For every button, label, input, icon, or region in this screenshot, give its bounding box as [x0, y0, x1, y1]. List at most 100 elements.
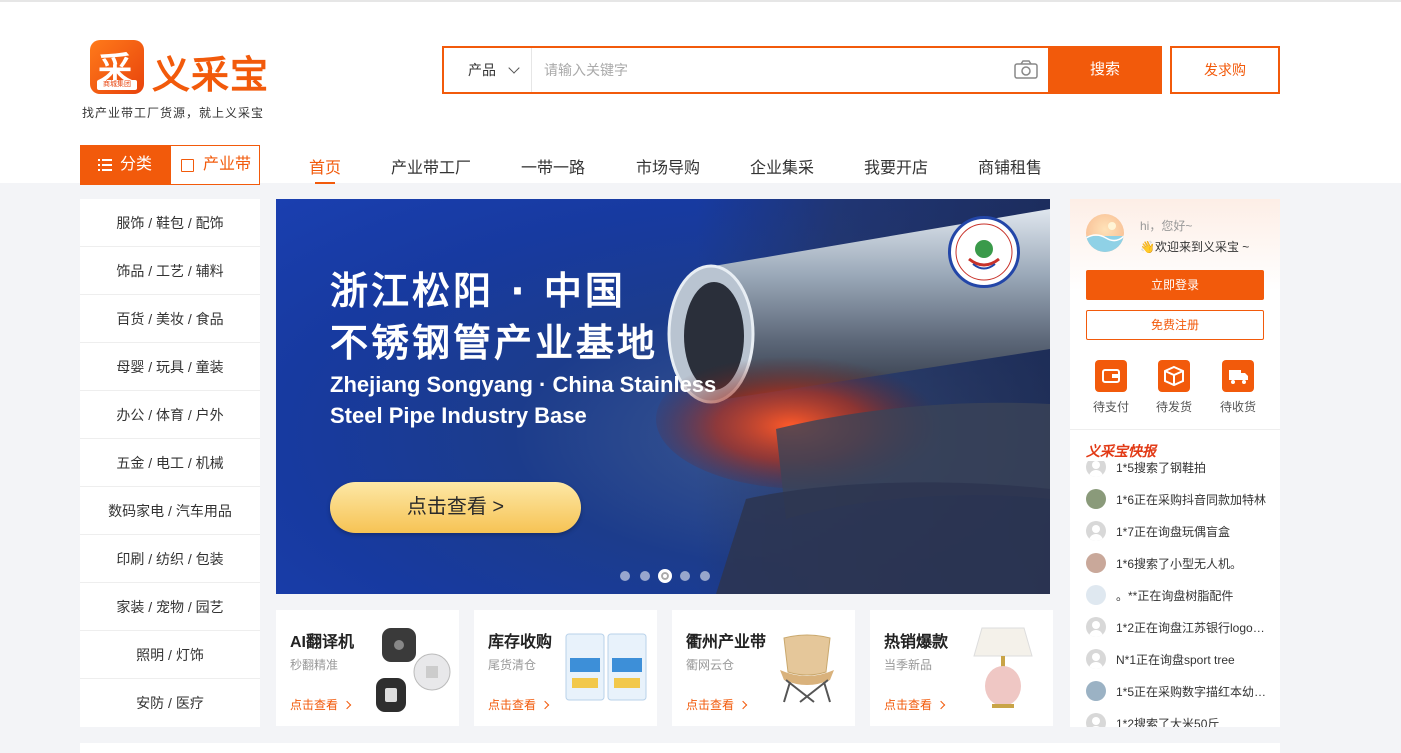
- hero-banner[interactable]: 浙江松阳 · 中国 不锈钢管产业基地 Zhejiang Songyang · C…: [276, 199, 1050, 594]
- avatar[interactable]: [1086, 214, 1124, 252]
- login-button[interactable]: 立即登录: [1086, 270, 1264, 300]
- banner-subtitle-line1: Zhejiang Songyang · China Stainless: [330, 372, 717, 397]
- card-link-label: 点击查看: [290, 698, 339, 712]
- feature-card-inventory[interactable]: 库存收购 尾货清仓 点击查看: [474, 610, 657, 726]
- search-type-select[interactable]: 产品: [444, 48, 532, 92]
- category-link[interactable]: 印刷: [116, 551, 144, 567]
- category-link[interactable]: 工艺: [156, 263, 184, 279]
- category-row[interactable]: 家装 / 宠物 / 园艺: [80, 583, 260, 631]
- nav-belt-road[interactable]: 一带一路: [521, 154, 585, 178]
- nav-home[interactable]: 首页: [309, 154, 341, 184]
- card-view-link[interactable]: 点击查看: [686, 696, 748, 713]
- category-link[interactable]: 纺织: [156, 551, 184, 567]
- nav-shop-rental[interactable]: 商铺租售: [978, 154, 1042, 178]
- category-link[interactable]: 灯饰: [176, 647, 204, 663]
- category-link[interactable]: 照明: [136, 647, 164, 663]
- category-link[interactable]: 安防: [136, 695, 164, 711]
- category-button[interactable]: 分类: [80, 145, 170, 185]
- register-button[interactable]: 免费注册: [1086, 310, 1264, 340]
- category-row[interactable]: 百货 / 美妆 / 食品: [80, 295, 260, 343]
- category-link[interactable]: 包装: [196, 551, 224, 567]
- category-row[interactable]: 服饰 / 鞋包 / 配饰: [80, 199, 260, 247]
- category-row[interactable]: 数码家电 / 汽车用品: [80, 487, 260, 535]
- news-item[interactable]: 1*7正在询盘玩偶盲盒: [1086, 521, 1276, 543]
- category-link[interactable]: 园艺: [196, 599, 224, 615]
- feature-card-translator[interactable]: AI翻译机 秒翻精准 点击查看: [276, 610, 459, 726]
- category-link[interactable]: 童装: [196, 359, 224, 375]
- category-link[interactable]: 五金: [116, 455, 144, 471]
- avatar: [1086, 617, 1106, 637]
- category-row[interactable]: 母婴 / 玩具 / 童装: [80, 343, 260, 391]
- card-view-link[interactable]: 点击查看: [290, 696, 352, 713]
- news-text: 1*2搜索了大米50斤: [1116, 717, 1220, 727]
- carousel-dot[interactable]: [640, 571, 650, 581]
- category-link[interactable]: 服饰: [116, 215, 144, 231]
- news-item[interactable]: N*1正在询盘sport tree: [1086, 649, 1276, 671]
- carousel-dot-active[interactable]: [658, 569, 672, 583]
- category-link[interactable]: 电工: [156, 455, 184, 471]
- category-row[interactable]: 印刷 / 纺织 / 包装: [80, 535, 260, 583]
- news-title: 义采宝快报: [1086, 443, 1156, 459]
- category-link[interactable]: 机械: [196, 455, 224, 471]
- search-button[interactable]: 搜索: [1048, 46, 1162, 94]
- camera-icon[interactable]: [1014, 60, 1038, 79]
- category-link[interactable]: 百货: [116, 311, 144, 327]
- category-row[interactable]: 五金 / 电工 / 机械: [80, 439, 260, 487]
- category-link[interactable]: 户外: [196, 407, 224, 423]
- order-pending-payment[interactable]: 待支付: [1086, 360, 1136, 415]
- nav-enterprise-purchase[interactable]: 企业集采: [750, 154, 814, 178]
- category-link[interactable]: 办公: [116, 407, 144, 423]
- nav-market-guide[interactable]: 市场导购: [636, 154, 700, 178]
- news-item[interactable]: 1*2正在询盘江苏银行logo定制: [1086, 617, 1276, 639]
- category-link[interactable]: 宠物: [156, 599, 184, 615]
- category-link[interactable]: 配饰: [196, 215, 224, 231]
- category-link[interactable]: 家装: [116, 599, 144, 615]
- feature-card-quzhou[interactable]: 衢州产业带 衢网云仓 点击查看: [672, 610, 855, 726]
- category-row[interactable]: 安防 / 医疗: [80, 679, 260, 727]
- category-link[interactable]: 数码家电: [108, 503, 164, 519]
- news-item[interactable]: 1*5搜索了钢鞋拍: [1086, 461, 1276, 479]
- category-sidebar: 服饰 / 鞋包 / 配饰 饰品 / 工艺 / 辅料 百货 / 美妆 / 食品 母…: [80, 199, 260, 727]
- nav-industry-factory[interactable]: 产业带工厂: [391, 154, 471, 178]
- category-link[interactable]: 美妆: [156, 311, 184, 327]
- order-label: 待发货: [1155, 400, 1192, 414]
- user-panel: hi，您好~ 👋欢迎来到义采宝 ~ 立即登录 免费注册 待支付 待发货 待收货 …: [1070, 199, 1280, 727]
- truck-icon: [1222, 360, 1254, 392]
- search-input[interactable]: [544, 60, 994, 80]
- carousel-dot[interactable]: [620, 571, 630, 581]
- order-pending-receipt[interactable]: 待收货: [1213, 360, 1263, 415]
- category-link[interactable]: 汽车用品: [176, 503, 232, 519]
- banner-view-button[interactable]: 点击查看 >: [330, 482, 581, 533]
- industry-belt-button[interactable]: 产业带: [170, 145, 260, 185]
- news-item[interactable]: 1*2搜索了大米50斤: [1086, 713, 1276, 727]
- news-item[interactable]: 1*5正在采购数字描红本幼儿园: [1086, 681, 1276, 703]
- package-icon: [1158, 360, 1190, 392]
- news-item[interactable]: 1*6正在采购抖音同款加特林: [1086, 489, 1276, 511]
- category-link[interactable]: 玩具: [156, 359, 184, 375]
- banner-title: 浙江松阳 · 中国 不锈钢管产业基地: [330, 265, 658, 369]
- category-link[interactable]: 母婴: [116, 359, 144, 375]
- category-row[interactable]: 办公 / 体育 / 户外: [80, 391, 260, 439]
- carousel-dot[interactable]: [700, 571, 710, 581]
- category-row[interactable]: 照明 / 灯饰: [80, 631, 260, 679]
- feature-card-hot-sales[interactable]: 热销爆款 当季新品 点击查看: [870, 610, 1053, 726]
- category-link[interactable]: 食品: [196, 311, 224, 327]
- banner-subtitle-line2: Steel Pipe Industry Base: [330, 403, 587, 428]
- order-label: 待收货: [1219, 400, 1256, 414]
- news-item[interactable]: 1*6搜索了小型无人机。: [1086, 553, 1276, 575]
- category-row[interactable]: 饰品 / 工艺 / 辅料: [80, 247, 260, 295]
- card-view-link[interactable]: 点击查看: [488, 696, 550, 713]
- category-link[interactable]: 辅料: [196, 263, 224, 279]
- category-link[interactable]: 医疗: [176, 695, 204, 711]
- order-pending-shipment[interactable]: 待发货: [1149, 360, 1199, 415]
- banner-title-line2: 不锈钢管产业基地: [330, 321, 659, 365]
- card-view-link[interactable]: 点击查看: [884, 696, 946, 713]
- nav-open-store[interactable]: 我要开店: [864, 154, 928, 178]
- carousel-dot[interactable]: [680, 571, 690, 581]
- category-button-label: 分类: [120, 156, 153, 173]
- category-link[interactable]: 饰品: [116, 263, 144, 279]
- category-link[interactable]: 鞋包: [156, 215, 184, 231]
- news-item[interactable]: 。**正在询盘树脂配件: [1086, 585, 1276, 607]
- post-request-button[interactable]: 发求购: [1170, 46, 1280, 94]
- category-link[interactable]: 体育: [156, 407, 184, 423]
